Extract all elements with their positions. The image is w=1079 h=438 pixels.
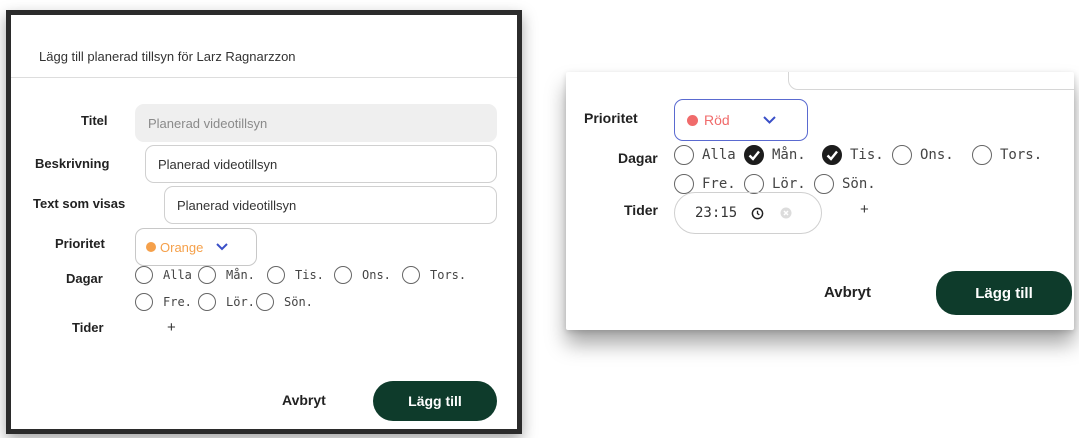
text-som-visas-label: Text som visas <box>33 196 126 211</box>
time-value: 23:15 <box>695 205 738 221</box>
radio-icon[interactable] <box>198 266 216 284</box>
radio-icon[interactable] <box>198 293 216 311</box>
radio-icon[interactable] <box>402 266 420 284</box>
radio-icon[interactable] <box>674 174 694 194</box>
prioritet-select[interactable]: Orange <box>135 228 257 266</box>
day-option-label: Alla <box>702 147 736 163</box>
radio-icon[interactable] <box>135 266 153 284</box>
day-option-label: Tors. <box>1000 147 1043 163</box>
chevron-down-icon <box>762 113 777 128</box>
tider-label: Tider <box>72 320 104 335</box>
day-option-label: Tis. <box>850 147 884 163</box>
add-time-icon[interactable]: + <box>167 319 176 336</box>
checked-radio-icon[interactable] <box>744 145 764 165</box>
day-option[interactable]: Tors. <box>972 145 1042 165</box>
day-option-label: Mån. <box>226 268 255 282</box>
day-option[interactable]: Mån. <box>744 145 806 165</box>
day-option[interactable]: Tis. <box>267 266 324 284</box>
radio-icon[interactable] <box>744 174 764 194</box>
check-icon <box>748 150 760 161</box>
day-option-label: Alla <box>163 268 192 282</box>
add-button[interactable]: Lägg till <box>373 381 497 421</box>
prioritet-selected: Röd <box>704 112 730 128</box>
add-time-icon[interactable]: + <box>860 201 869 218</box>
titel-input: Planerad videotillsyn <box>135 104 497 142</box>
dialog-title: Lägg till planerad tillsyn för Larz Ragn… <box>39 49 296 64</box>
day-option-label: Tis. <box>295 268 324 282</box>
dagar-label: Dagar <box>618 150 658 166</box>
day-option[interactable]: Ons. <box>892 145 954 165</box>
day-option[interactable]: Lör. <box>198 293 255 311</box>
add-button[interactable]: Lägg till <box>936 271 1072 315</box>
dagar-label: Dagar <box>66 271 103 286</box>
red-dot-icon <box>687 114 698 126</box>
text-som-visas-value: Planerad videotillsyn <box>177 197 297 213</box>
day-option[interactable]: Alla <box>674 145 736 165</box>
cancel-button[interactable]: Avbryt <box>282 392 326 408</box>
day-option[interactable]: Fre. <box>135 293 192 311</box>
add-supervision-dialog: Lägg till planerad tillsyn för Larz Ragn… <box>6 10 522 434</box>
radio-icon[interactable] <box>972 145 992 165</box>
radio-icon[interactable] <box>256 293 274 311</box>
prioritet-select[interactable]: Röd <box>674 99 808 141</box>
prioritet-selected: Orange <box>160 239 204 255</box>
add-supervision-dialog-zoomed: Prioritet Röd Dagar Alla Mån. Tis. Ons. Tors… <box>566 72 1074 330</box>
day-option-label: Ons. <box>920 147 954 163</box>
check-icon <box>826 150 838 161</box>
day-option-label: Mån. <box>772 147 806 163</box>
day-option[interactable]: Lör. <box>744 174 806 194</box>
radio-icon[interactable] <box>334 266 352 284</box>
beskrivning-input[interactable]: Planerad videotillsyn <box>145 145 497 183</box>
prioritet-label: Prioritet <box>584 110 638 126</box>
time-input[interactable]: 23:15 <box>674 192 822 234</box>
clear-icon[interactable] <box>780 207 792 219</box>
prioritet-label: Prioritet <box>55 236 105 251</box>
day-option-label: Lör. <box>226 295 255 309</box>
divider <box>11 77 517 78</box>
radio-icon[interactable] <box>814 174 834 194</box>
beskrivning-label: Beskrivning <box>35 156 110 171</box>
day-option-label: Lör. <box>772 176 806 192</box>
day-option[interactable]: Mån. <box>198 266 255 284</box>
day-option-label: Ons. <box>362 268 391 282</box>
beskrivning-value: Planerad videotillsyn <box>158 156 278 172</box>
chevron-down-icon <box>215 240 229 255</box>
cancel-button[interactable]: Avbryt <box>824 284 871 301</box>
orange-dot-icon <box>146 242 156 252</box>
checked-radio-icon[interactable] <box>822 145 842 165</box>
day-option-label: Fre. <box>702 176 736 192</box>
day-option-label: Sön. <box>842 176 876 192</box>
day-option-label: Sön. <box>284 295 313 309</box>
day-option[interactable]: Sön. <box>814 174 876 194</box>
day-option[interactable]: Tis. <box>822 145 884 165</box>
clock-icon[interactable] <box>751 207 764 220</box>
radio-icon[interactable] <box>892 145 912 165</box>
radio-icon[interactable] <box>267 266 285 284</box>
day-option[interactable]: Ons. <box>334 266 391 284</box>
titel-label: Titel <box>81 113 108 128</box>
tider-label: Tider <box>624 202 658 218</box>
day-option[interactable]: Alla <box>135 266 192 284</box>
text-som-visas-input[interactable]: Planerad videotillsyn <box>164 186 497 224</box>
day-option-label: Tors. <box>430 268 467 282</box>
titel-value: Planerad videotillsyn <box>148 115 268 131</box>
radio-icon[interactable] <box>135 293 153 311</box>
day-option[interactable]: Fre. <box>674 174 736 194</box>
day-option[interactable]: Sön. <box>256 293 313 311</box>
radio-icon[interactable] <box>674 145 694 165</box>
day-option-label: Fre. <box>163 295 192 309</box>
text-input-partial[interactable] <box>788 72 1074 90</box>
day-option[interactable]: Tors. <box>402 266 466 284</box>
